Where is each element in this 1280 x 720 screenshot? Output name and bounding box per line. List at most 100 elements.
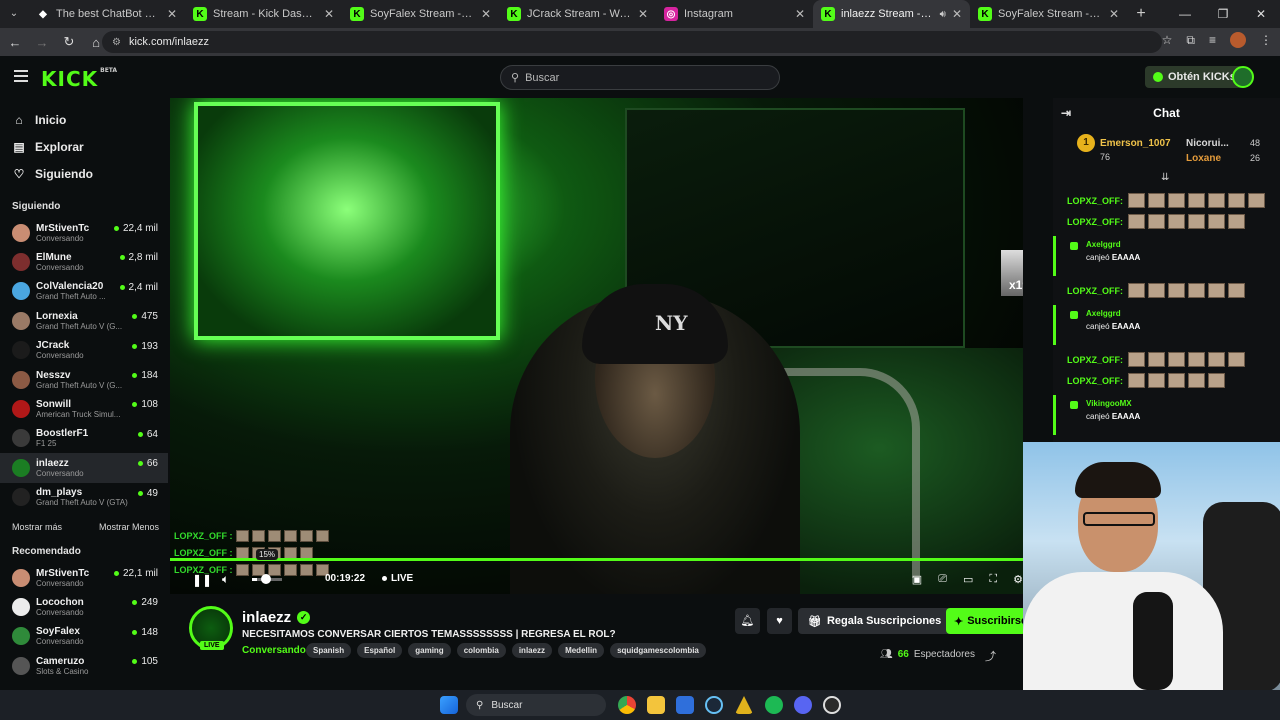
chrome-icon[interactable]: [618, 696, 636, 714]
extensions-icon[interactable]: ⧉: [1186, 33, 1195, 48]
browser-tab[interactable]: K SoyFalex Stream - Watch Live o ✕: [970, 0, 1127, 28]
back-icon[interactable]: ←: [3, 35, 27, 50]
store-icon[interactable]: [676, 696, 694, 714]
profile-avatar[interactable]: [1230, 32, 1246, 48]
browser-tab[interactable]: ◎ Instagram ✕: [656, 0, 813, 28]
stream-tag[interactable]: Español: [357, 643, 403, 658]
browser-menu-icon[interactable]: ⋮: [1260, 33, 1272, 47]
browser-tab[interactable]: K SoyFalex Stream - Watch Live o ✕: [342, 0, 499, 28]
pause-icon[interactable]: ❚❚: [192, 573, 212, 587]
tab-close-icon[interactable]: ✕: [638, 7, 648, 21]
sidebar-channel[interactable]: Lornexia Grand Theft Auto V (G... 475: [0, 306, 168, 335]
subscribe-button[interactable]: ✦ Suscribirse: [946, 608, 1026, 634]
site-info-icon[interactable]: ⚙: [112, 37, 121, 48]
sidebar-channel[interactable]: SoyFalex Conversando 148: [0, 622, 168, 651]
volume-icon[interactable]: 🔈︎: [222, 572, 229, 587]
windows-start-icon[interactable]: [440, 696, 458, 714]
tab-close-icon[interactable]: ✕: [167, 7, 177, 21]
sidebar-channel[interactable]: Locochon Conversando 249: [0, 592, 168, 621]
pinned-expand-icon[interactable]: ⇊: [1161, 172, 1169, 183]
forward-icon[interactable]: →: [30, 35, 54, 50]
chat-username[interactable]: Axelggrd: [1086, 309, 1280, 318]
stream-tag[interactable]: gaming: [408, 643, 451, 658]
taskbar-search[interactable]: ⚲ Buscar: [466, 694, 606, 716]
reload-icon[interactable]: ↻: [57, 34, 81, 50]
obs-icon[interactable]: [823, 696, 841, 714]
sidebar-channel[interactable]: MrStivenTc Conversando 22,4 mil: [0, 218, 168, 247]
sidebar-channel[interactable]: JCrack Conversando 193: [0, 336, 168, 365]
volume-slider-handle[interactable]: [261, 574, 271, 584]
sidebar-channel[interactable]: inlaezz Conversando 66: [0, 453, 168, 483]
sidebar-channel[interactable]: BoostlerF1 F1 25 64: [0, 424, 168, 453]
menu-icon[interactable]: [14, 70, 28, 85]
theater-mode-icon[interactable]: ▭: [963, 573, 973, 586]
leader-second-name[interactable]: Nicorui...: [1186, 138, 1229, 149]
chat-username[interactable]: LOPXZ_OFF:: [1067, 217, 1123, 227]
show-less-button[interactable]: Mostrar Menos: [99, 522, 159, 532]
tab-audio-icon[interactable]: 🔊︎: [940, 9, 946, 20]
nav-explore[interactable]: ▤ Explorar: [0, 133, 168, 160]
notification-bell-icon[interactable]: 🔔︎: [735, 608, 760, 634]
tab-close-icon[interactable]: ✕: [481, 7, 491, 21]
maximize-icon[interactable]: ❐: [1204, 0, 1242, 28]
file-explorer-icon[interactable]: [647, 696, 665, 714]
media-control-icon[interactable]: ≡: [1209, 33, 1216, 47]
nav-following[interactable]: ♡ Siguiendo: [0, 160, 168, 187]
browser-tab[interactable]: K JCrack Stream - Watch Live on ✕: [499, 0, 656, 28]
stream-tag[interactable]: colombia: [456, 643, 506, 658]
sidebar-channel[interactable]: ColValencia20 Grand Theft Auto ... 2,4 mil: [0, 277, 168, 306]
video-player[interactable]: NY x19 LOPXZ_OFF :LOPXZ_OFF :LOPXZ_OFF :…: [170, 98, 1023, 594]
sidebar-channel[interactable]: dm_plays Grand Theft Auto V (GTA) 49: [0, 483, 168, 512]
address-bar[interactable]: ⚙ kick.com/inlaezz: [102, 31, 1162, 53]
bookmark-star-icon[interactable]: ☆: [1162, 33, 1173, 47]
sidebar-channel[interactable]: Cameruzo Slots & Casino 105: [0, 651, 168, 680]
leader-first-name[interactable]: Emerson_1007: [1100, 138, 1171, 149]
gift-subscriptions-button[interactable]: 🎁︎ Regala Suscripciones: [798, 608, 952, 634]
stream-tag[interactable]: Medellin: [558, 643, 605, 658]
tab-close-icon[interactable]: ✕: [1109, 7, 1119, 21]
browser-tab[interactable]: Kinlaezz Stream - Watch Live 🔊︎ ✕: [813, 0, 970, 28]
kick-logo[interactable]: KICK BETA: [41, 67, 117, 91]
video-progress-bar[interactable]: [170, 558, 1023, 561]
sidebar-channel[interactable]: Sonwill American Truck Simul... 108: [0, 394, 168, 423]
live-indicator[interactable]: LIVE: [382, 573, 413, 584]
nav-home[interactable]: ⌂ Inicio: [0, 106, 168, 133]
browser-tab[interactable]: ◆ The best ChatBot and Widgets ✕: [28, 0, 185, 28]
mini-player-icon[interactable]: ▣: [912, 573, 922, 586]
chat-username[interactable]: LOPXZ_OFF:: [1067, 376, 1123, 386]
tab-close-icon[interactable]: ✕: [795, 7, 805, 21]
sidebar-channel[interactable]: MrStivenTc Conversando 22,1 mil: [0, 563, 168, 592]
get-kicks-button[interactable]: Obtén KICKs: [1145, 66, 1244, 88]
tab-search-icon[interactable]: ⌄: [0, 0, 28, 28]
stream-tag[interactable]: squidgamescolombia: [610, 643, 706, 658]
collapse-chat-icon[interactable]: ⇥: [1061, 106, 1071, 120]
follow-heart-icon[interactable]: ♥: [767, 608, 792, 634]
fullscreen-icon[interactable]: ⛶: [989, 573, 997, 586]
chat-username[interactable]: LOPXZ_OFF:: [1067, 196, 1123, 206]
sidebar-channel[interactable]: Nesszv Grand Theft Auto V (G... 184: [0, 365, 168, 394]
discord-icon[interactable]: [794, 696, 812, 714]
stream-tag[interactable]: inlaezz: [511, 643, 553, 658]
search-input[interactable]: ⚲ Buscar: [500, 65, 780, 90]
channel-name[interactable]: inlaezz: [242, 609, 291, 626]
user-avatar[interactable]: [1232, 66, 1254, 88]
tab-close-icon[interactable]: ✕: [324, 7, 334, 21]
warning-app-icon[interactable]: [735, 696, 753, 714]
show-more-button[interactable]: Mostrar más: [12, 522, 62, 532]
minimize-icon[interactable]: —: [1166, 0, 1204, 28]
chat-username[interactable]: VikingooMX: [1086, 399, 1280, 408]
settings-icon[interactable]: ⚙: [1013, 573, 1023, 586]
share-icon[interactable]: ⤴: [985, 648, 996, 664]
browser-tab[interactable]: K Stream - Kick Dashboard ✕: [185, 0, 342, 28]
chat-username[interactable]: LOPXZ_OFF:: [1067, 355, 1123, 365]
sidebar-channel[interactable]: ElMune Conversando 2,8 mil: [0, 247, 168, 276]
close-window-icon[interactable]: ✕: [1242, 0, 1280, 28]
chat-username[interactable]: LOPXZ_OFF:: [1067, 286, 1123, 296]
tab-close-icon[interactable]: ✕: [952, 7, 962, 21]
spotify-icon[interactable]: [765, 696, 783, 714]
stream-category[interactable]: Conversando: [242, 645, 306, 656]
clip-icon[interactable]: ⎚: [938, 573, 947, 586]
steam-icon[interactable]: [705, 696, 723, 714]
stream-tag[interactable]: Spanish: [306, 643, 352, 658]
leader-third-name[interactable]: Loxane: [1186, 153, 1221, 164]
